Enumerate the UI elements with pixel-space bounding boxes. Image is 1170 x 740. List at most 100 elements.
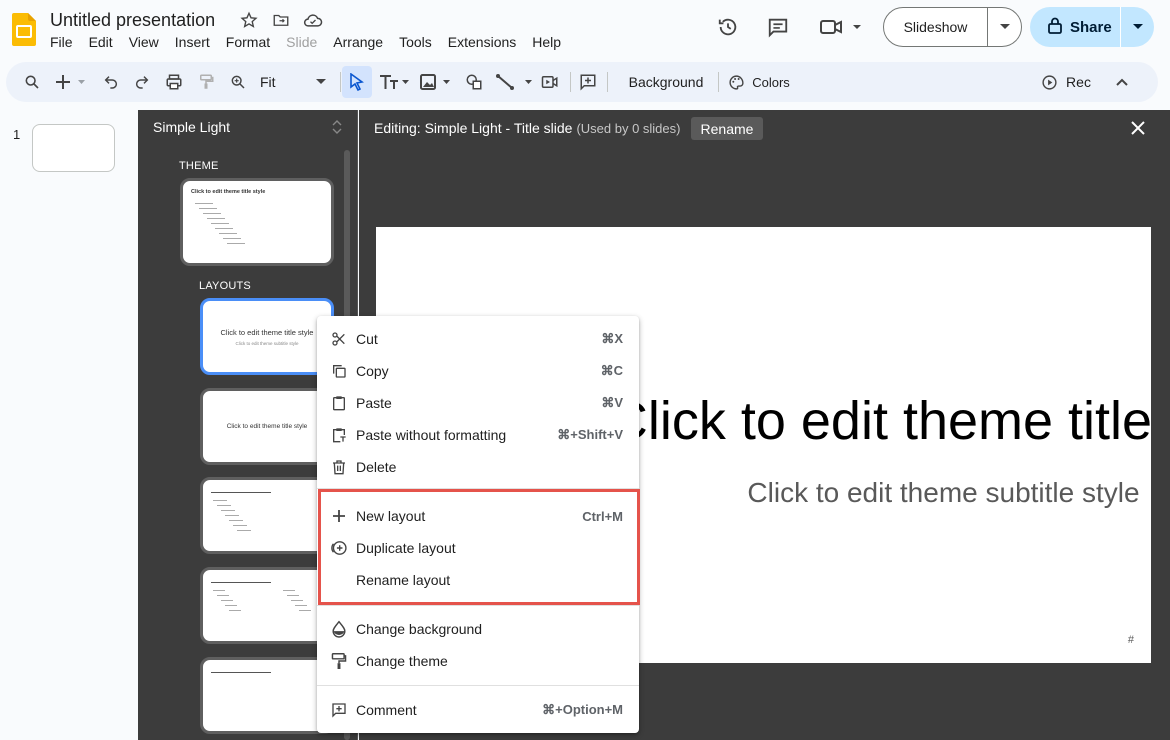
menu-item-change-background[interactable]: Change background — [317, 613, 639, 645]
menu-slide: Slide — [286, 34, 318, 50]
slideshow-dropdown-icon[interactable] — [988, 24, 1021, 30]
layout-thumbnail-title-only[interactable] — [200, 657, 334, 734]
rec-label: Rec — [1066, 74, 1091, 90]
comments-icon[interactable] — [761, 10, 795, 44]
cut-shortcut: ⌘X — [601, 331, 623, 346]
theme-master-thumbnail[interactable]: Click to edit theme title style — [180, 178, 334, 266]
shape-icon[interactable] — [462, 62, 486, 102]
cloud-saved-icon[interactable] — [302, 9, 324, 31]
menu-tools[interactable]: Tools — [399, 34, 432, 50]
text-box-icon[interactable] — [378, 62, 412, 102]
star-icon[interactable] — [238, 9, 260, 31]
lock-icon — [1048, 17, 1062, 38]
slides-logo-icon[interactable] — [12, 13, 36, 46]
delete-label: Delete — [356, 459, 397, 475]
theme-name[interactable]: Simple Light — [153, 119, 230, 135]
menu-arrange[interactable]: Arrange — [333, 34, 383, 50]
document-title[interactable]: Untitled presentation — [50, 10, 215, 31]
menu-view[interactable]: View — [129, 34, 159, 50]
copy-shortcut: ⌘C — [600, 363, 623, 378]
menu-bar: File Edit View Insert Format Slide Arran… — [50, 34, 577, 50]
video-icon[interactable] — [540, 62, 560, 102]
paste-plain-shortcut: ⌘+Shift+V — [557, 427, 623, 442]
background-button[interactable]: Background — [616, 62, 716, 102]
menu-file[interactable]: File — [50, 34, 73, 50]
change-theme-label: Change theme — [356, 653, 448, 669]
comment-add-icon[interactable] — [577, 62, 599, 102]
layout-thumbnail-title-body[interactable] — [200, 477, 334, 554]
select-icon[interactable] — [342, 66, 372, 98]
menu-item-paste-without-formatting[interactable]: Paste without formatting ⌘+Shift+V — [317, 419, 639, 451]
layouts-section-label: LAYOUTS — [199, 280, 251, 292]
comment-shortcut: ⌘+Option+M — [542, 702, 623, 717]
undo-icon[interactable] — [100, 62, 122, 102]
layout-thumb-subtitle: Click to edit theme subtitle style — [235, 341, 299, 346]
menu-item-cut[interactable]: Cut ⌘X — [317, 323, 639, 355]
copy-label: Copy — [356, 363, 389, 379]
zoom-select[interactable]: Fit — [260, 62, 340, 102]
sort-icon[interactable] — [332, 119, 342, 135]
slide-number-placeholder[interactable]: # — [1128, 634, 1134, 646]
collapse-icon[interactable] — [1110, 62, 1134, 102]
image-icon[interactable] — [418, 62, 454, 102]
paint-format-icon[interactable] — [194, 62, 218, 102]
paste-plain-icon — [330, 426, 348, 444]
menu-item-comment[interactable]: Comment ⌘+Option+M — [317, 694, 639, 726]
colors-label: Colors — [752, 74, 790, 90]
paste-icon — [330, 394, 348, 412]
copy-icon — [330, 362, 348, 380]
line-icon[interactable] — [494, 62, 538, 102]
menu-help[interactable]: Help — [532, 34, 561, 50]
master-thumb-title: Click to edit theme title style — [191, 189, 266, 195]
share-button[interactable]: Share — [1030, 7, 1154, 47]
search-icon[interactable] — [20, 62, 44, 102]
menu-divider — [317, 685, 639, 686]
slideshow-button[interactable]: Slideshow — [883, 7, 1022, 47]
slide-number: 1 — [13, 127, 21, 142]
rename-button[interactable]: Rename — [691, 117, 763, 140]
paste-shortcut: ⌘V — [601, 395, 623, 410]
redo-icon[interactable] — [131, 62, 153, 102]
share-dropdown-icon[interactable] — [1121, 24, 1154, 30]
paste-plain-label: Paste without formatting — [356, 427, 507, 443]
rec-button[interactable]: Rec — [1036, 62, 1096, 102]
change-background-label: Change background — [356, 621, 483, 637]
zoom-value: Fit — [260, 74, 276, 90]
menu-edit[interactable]: Edit — [89, 34, 113, 50]
cut-label: Cut — [356, 331, 378, 347]
editing-label: Editing: Simple Light - Title slide — [374, 120, 573, 136]
layout-thumbnail-title-slide[interactable]: Click to edit theme title style Click to… — [200, 298, 334, 375]
comment-label: Comment — [356, 702, 417, 718]
section-thumb-title: Click to edit theme title style — [226, 423, 308, 430]
history-icon[interactable] — [711, 10, 745, 44]
menu-item-paste[interactable]: Paste ⌘V — [317, 387, 639, 419]
meet-icon[interactable] — [815, 10, 865, 44]
add-icon[interactable] — [54, 62, 90, 102]
layout-thumbnail-section-header[interactable]: Click to edit theme title style — [200, 388, 334, 465]
menu-item-copy[interactable]: Copy ⌘C — [317, 355, 639, 387]
fill-drop-icon — [330, 620, 348, 638]
paste-label: Paste — [356, 395, 392, 411]
menu-item-change-theme[interactable]: Change theme — [317, 645, 639, 677]
layout-thumbnail-two-columns[interactable] — [200, 567, 334, 644]
rec-icon — [1041, 74, 1058, 91]
menu-insert[interactable]: Insert — [175, 34, 210, 50]
slideshow-label[interactable]: Slideshow — [884, 19, 987, 35]
menu-extensions[interactable]: Extensions — [448, 34, 516, 50]
highlight-annotation-box — [318, 489, 640, 605]
palette-icon — [728, 74, 745, 91]
comment-add-icon — [330, 701, 348, 719]
paint-roller-icon — [330, 652, 348, 670]
print-icon[interactable] — [162, 62, 186, 102]
menu-format[interactable]: Format — [226, 34, 270, 50]
zoom-icon[interactable] — [228, 62, 248, 102]
cut-icon — [330, 330, 348, 348]
menu-item-delete[interactable]: Delete — [317, 451, 639, 483]
close-icon[interactable] — [1129, 119, 1147, 137]
move-folder-icon[interactable] — [270, 9, 292, 31]
toolbar: Fit Background Colors Rec — [6, 62, 1158, 102]
layout-thumb-title: Click to edit theme title style — [220, 328, 314, 337]
colors-button[interactable]: Colors — [722, 62, 796, 102]
filmstrip-slide-thumbnail[interactable] — [32, 124, 115, 172]
menu-divider — [317, 605, 639, 606]
